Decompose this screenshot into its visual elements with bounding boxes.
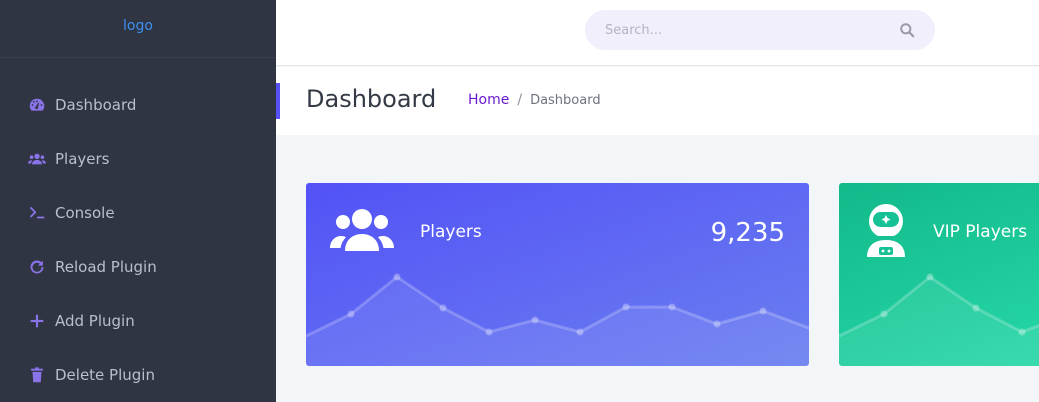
page-title: Dashboard: [306, 85, 437, 113]
dashboard-gauge-icon: [27, 95, 47, 115]
card-label: Players: [420, 222, 482, 242]
breadcrumb-separator: /: [517, 92, 523, 108]
sidebar-nav: Dashboard Players Console Reload Plugin …: [0, 58, 276, 402]
users-icon: [330, 205, 394, 257]
page-header: Dashboard Home / Dashboard: [276, 67, 1039, 135]
trash-icon: [27, 365, 47, 385]
search-input[interactable]: [605, 22, 899, 38]
sidebar-item-players[interactable]: Players: [0, 132, 276, 186]
sidebar-item-label: Console: [55, 204, 115, 222]
card-value: 9,235: [710, 218, 785, 248]
sidebar-item-label: Players: [55, 150, 110, 168]
terminal-icon: [27, 203, 47, 223]
sidebar-item-dashboard[interactable]: Dashboard: [0, 78, 276, 132]
topbar: [276, 0, 1039, 66]
sidebar-item-label: Delete Plugin: [55, 366, 155, 384]
sparkline: [306, 273, 809, 366]
breadcrumb-current: Dashboard: [530, 92, 601, 108]
page-header-accent: [276, 83, 280, 119]
players-stat-card[interactable]: Players 9,235: [306, 183, 809, 366]
sparkline: [839, 273, 1039, 366]
logo[interactable]: logo: [123, 18, 153, 34]
sidebar: logo Dashboard Players Console Reload Pl…: [0, 0, 276, 402]
astronaut-icon: [863, 203, 909, 261]
users-icon: [27, 149, 47, 169]
sidebar-item-label: Dashboard: [55, 96, 137, 114]
breadcrumb-home-link[interactable]: Home: [468, 92, 509, 108]
plus-icon: [27, 311, 47, 331]
logo-area: logo: [0, 0, 276, 58]
breadcrumb: Home / Dashboard: [468, 92, 601, 108]
sidebar-item-add-plugin[interactable]: Add Plugin: [0, 294, 276, 348]
sidebar-item-reload-plugin[interactable]: Reload Plugin: [0, 240, 276, 294]
sidebar-item-delete-plugin[interactable]: Delete Plugin: [0, 348, 276, 402]
search-box: [585, 10, 935, 50]
sidebar-item-label: Reload Plugin: [55, 258, 157, 276]
search-icon[interactable]: [899, 22, 915, 38]
reload-icon: [27, 257, 47, 277]
sidebar-item-label: Add Plugin: [55, 312, 135, 330]
card-label: VIP Players: [933, 222, 1028, 242]
sidebar-item-console[interactable]: Console: [0, 186, 276, 240]
vip-players-stat-card[interactable]: VIP Players: [839, 183, 1039, 366]
